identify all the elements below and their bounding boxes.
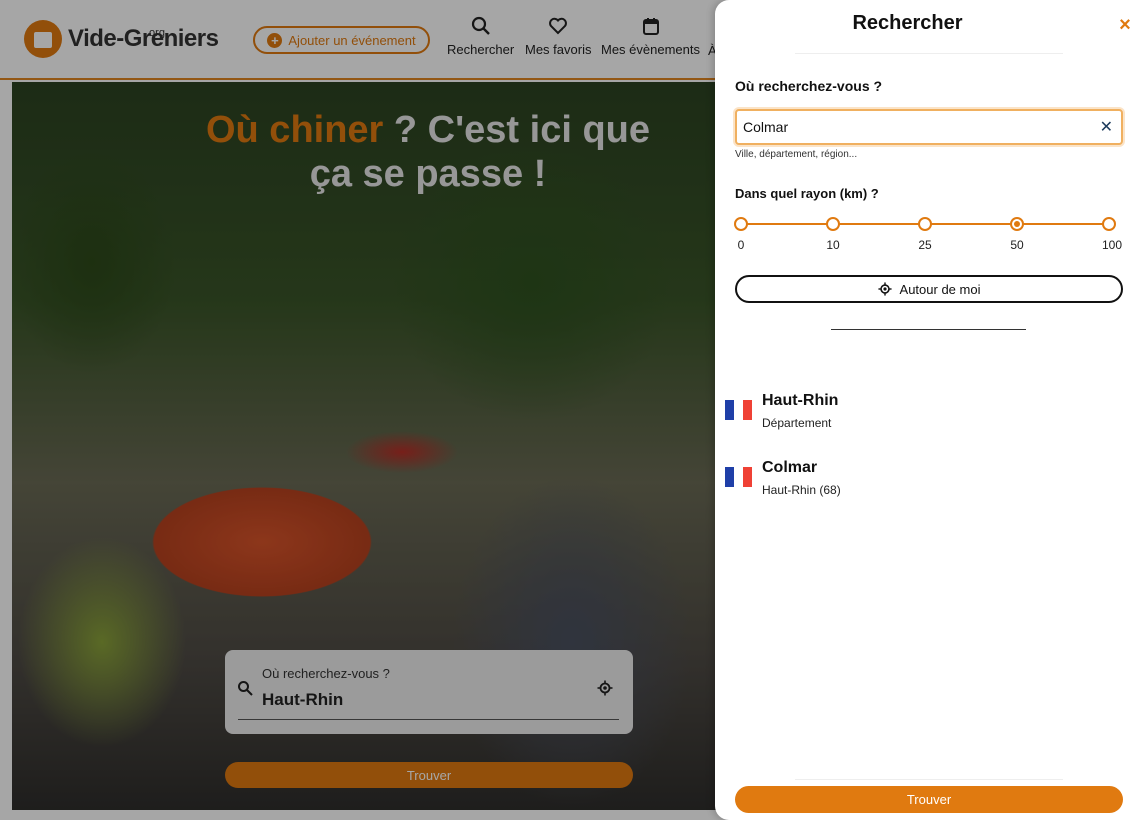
result-sub: Département [762,416,832,430]
find-button[interactable]: Trouver [735,786,1123,813]
around-me-button[interactable]: Autour de moi [735,275,1123,303]
france-flag-icon [725,400,752,420]
around-me-label: Autour de moi [899,281,981,297]
page: Vide-Greniers .org + Ajouter un événemen… [0,0,1143,820]
radius-value-10: 10 [826,238,840,252]
result-name: Colmar [762,459,818,476]
clear-icon[interactable]: ✕ [1100,117,1113,137]
result-item[interactable]: Colmar Haut-Rhin (68) [725,459,1125,509]
radius-option-100[interactable] [1102,217,1116,231]
radius-value-25: 25 [918,238,932,252]
france-flag-icon [725,467,752,487]
result-item[interactable]: Haut-Rhin Département [725,392,1125,442]
where-input[interactable] [743,117,1083,137]
divider [795,779,1063,780]
radius-value-0: 0 [737,238,745,252]
radius-option-0[interactable] [734,217,748,231]
where-label: Où recherchez-vous ? [735,78,883,94]
radius-option-50[interactable] [1010,217,1024,231]
drawer-title: Rechercher [852,12,963,34]
divider [831,329,1026,330]
search-drawer: Rechercher × Où recherchez-vous ? ✕ Vill… [715,0,1143,820]
radius-label: Dans quel rayon (km) ? [735,186,879,201]
close-icon[interactable]: × [1115,15,1135,36]
result-name: Haut-Rhin [762,392,839,409]
where-field[interactable]: ✕ [735,109,1123,145]
radius-option-25[interactable] [918,217,932,231]
radius-option-10[interactable] [826,217,840,231]
result-sub: Haut-Rhin (68) [762,483,841,497]
divider [795,53,1063,54]
radius-value-50: 50 [1010,238,1024,252]
radius-value-100: 100 [1101,238,1123,252]
where-hint: Ville, département, région... [735,149,858,160]
locate-icon [877,282,892,296]
